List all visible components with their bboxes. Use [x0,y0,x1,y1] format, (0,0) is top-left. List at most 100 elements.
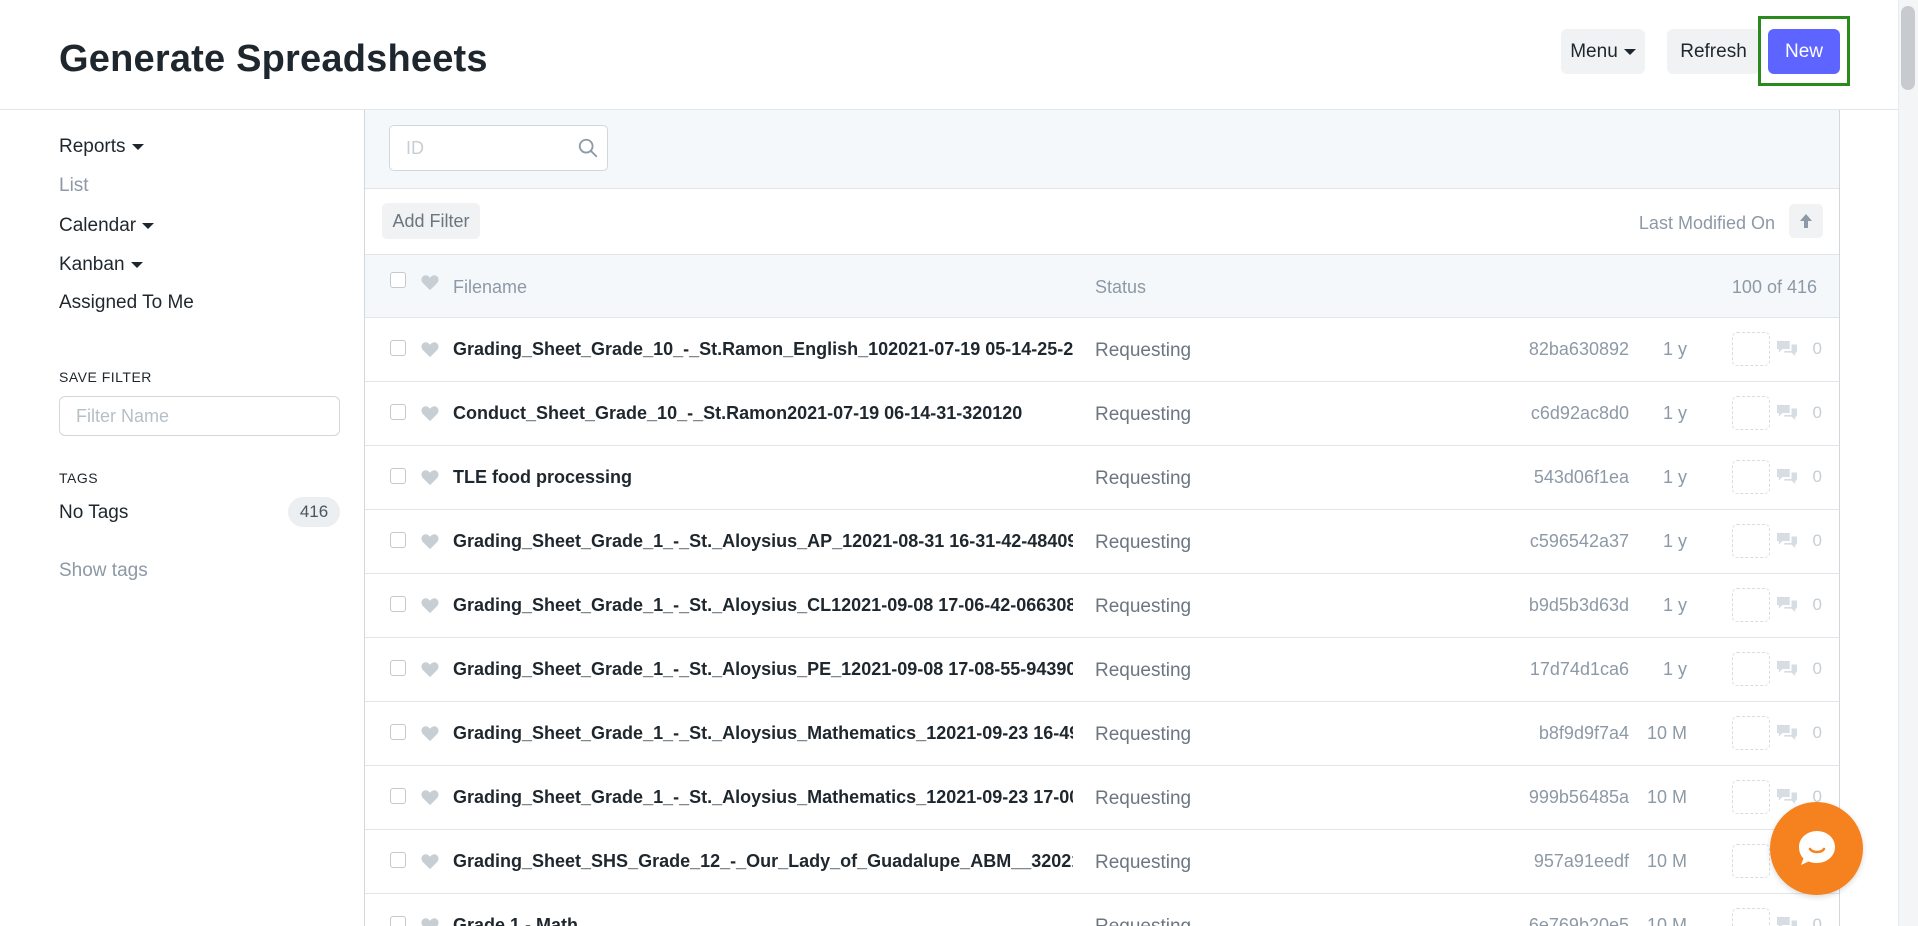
row-status: Requesting [1095,404,1192,425]
result-count: 100 of 416 [1731,277,1817,297]
list-row[interactable]: Grading_Sheet_SHS_Grade_12_-_Our_Lady_of… [365,830,1839,894]
heart-icon[interactable] [420,340,440,358]
row-filename-link[interactable]: Conduct_Sheet_Grade_10_-_St.Ramon2021-07… [453,403,1073,424]
new-button[interactable]: New [1768,29,1840,74]
comment-icon[interactable] [1775,915,1799,926]
select-all-checkbox[interactable] [390,272,406,288]
row-checkbox[interactable] [390,340,406,356]
assignee-avatar-placeholder[interactable] [1732,460,1770,494]
list-row[interactable]: Grading_Sheet_Grade_1_-_St._Aloysius_AP_… [365,510,1839,574]
list-row[interactable]: Grading_Sheet_Grade_1_-_St._Aloysius_Mat… [365,702,1839,766]
refresh-button[interactable]: Refresh [1667,29,1760,74]
comment-icon[interactable] [1775,467,1799,487]
row-status: Requesting [1095,916,1191,926]
sidebar-tag-no-tags[interactable]: No Tags [59,502,128,524]
assignee-avatar-placeholder[interactable] [1732,332,1770,366]
menu-button-label: Menu [1570,40,1618,62]
row-filename-link[interactable]: TLE food processing [453,467,1073,488]
row-id: b9d5b3d63d [1528,595,1629,615]
list-row[interactable]: Grading_Sheet_Grade_10_-_St.Ramon_Englis… [365,318,1839,382]
row-checkbox[interactable] [390,788,406,804]
assignee-avatar-placeholder[interactable] [1732,716,1770,750]
comment-icon[interactable] [1775,787,1799,807]
row-modified-age: 10 M [1646,915,1687,926]
add-filter-button[interactable]: Add Filter [382,203,480,239]
comment-icon[interactable] [1775,595,1799,615]
chevron-down-icon [1623,48,1636,55]
row-checkbox[interactable] [390,724,406,740]
row-modified-age: 1 y [1662,339,1687,359]
list-row[interactable]: Grading_Sheet_Grade_1_-_St._Aloysius_Mat… [365,766,1839,830]
sort-order-button[interactable] [1789,204,1823,238]
assignee-avatar-placeholder[interactable] [1732,844,1770,878]
heart-icon[interactable] [420,724,440,742]
row-filename-link[interactable]: Grading_Sheet_Grade_1_-_St._Aloysius_AP_… [453,531,1073,552]
page-scrollbar[interactable] [1898,0,1918,926]
heart-icon[interactable] [420,916,440,926]
row-comment-count: 0 [1812,723,1822,742]
sort-by-selector[interactable]: Last Modified On [1639,213,1775,234]
menu-button[interactable]: Menu [1561,29,1645,74]
assignee-avatar-placeholder[interactable] [1732,652,1770,686]
row-checkbox[interactable] [390,404,406,420]
comment-icon[interactable] [1775,339,1799,359]
row-checkbox[interactable] [390,852,406,868]
show-tags-link[interactable]: Show tags [59,560,148,582]
page-header: Generate Spreadsheets Menu Refresh New [0,0,1898,110]
row-comment-count: 0 [1812,467,1822,486]
row-filename-link[interactable]: Grading_Sheet_Grade_10_-_St.Ramon_Englis… [453,339,1073,360]
heart-icon[interactable] [420,852,440,870]
comment-icon[interactable] [1775,723,1799,743]
list-row[interactable]: Grade 1 - Math Requesting 6e769b20e5 10 … [365,894,1839,926]
id-search-input[interactable] [390,126,570,170]
assignee-avatar-placeholder[interactable] [1732,588,1770,622]
row-checkbox[interactable] [390,596,406,612]
row-filename-link[interactable]: Grading_Sheet_Grade_1_-_St._Aloysius_Mat… [453,723,1073,744]
id-search-field[interactable] [389,125,608,171]
scrollbar-thumb[interactable] [1901,6,1915,90]
list-row[interactable]: Conduct_Sheet_Grade_10_-_St.Ramon2021-07… [365,382,1839,446]
filter-name-input[interactable] [59,396,340,436]
assignee-avatar-placeholder[interactable] [1732,780,1770,814]
row-comment-count: 0 [1812,339,1822,358]
heart-icon[interactable] [420,404,440,422]
sidebar-item-kanban[interactable]: Kanban [59,254,143,276]
row-checkbox[interactable] [390,660,406,676]
save-filter-heading: SAVE FILTER [59,369,152,385]
row-checkbox[interactable] [390,916,406,926]
row-checkbox[interactable] [390,532,406,548]
heart-icon[interactable] [420,596,440,614]
assignee-avatar-placeholder[interactable] [1732,396,1770,430]
row-filename-link[interactable]: Grading_Sheet_SHS_Grade_12_-_Our_Lady_of… [453,851,1073,872]
list-row[interactable]: TLE food processing Requesting 543d06f1e… [365,446,1839,510]
row-comment-count: 0 [1812,531,1822,550]
tag-count-badge: 416 [288,497,340,527]
heart-icon[interactable] [420,532,440,550]
sidebar-item-reports[interactable]: Reports [59,136,144,158]
row-id: c6d92ac8d0 [1530,403,1629,423]
assignee-avatar-placeholder[interactable] [1732,524,1770,558]
comment-icon[interactable] [1775,531,1799,551]
heart-icon[interactable] [420,273,440,291]
row-checkbox[interactable] [390,468,406,484]
chat-widget-button[interactable] [1770,802,1863,895]
sidebar-item-label: Reports [59,136,126,157]
row-filename-link[interactable]: Grading_Sheet_Grade_1_-_St._Aloysius_CL1… [453,595,1073,616]
comment-icon[interactable] [1775,403,1799,423]
filter-sort-bar: Add Filter Last Modified On [365,189,1839,255]
row-id: 999b56485a [1528,787,1629,807]
list-row[interactable]: Grading_Sheet_Grade_1_-_St._Aloysius_PE_… [365,638,1839,702]
row-filename-link[interactable]: Grading_Sheet_Grade_1_-_St._Aloysius_PE_… [453,659,1073,680]
heart-icon[interactable] [420,468,440,486]
sidebar-item-list[interactable]: List [59,175,89,197]
sidebar-item-assigned-to-me[interactable]: Assigned To Me [59,292,194,314]
assignee-avatar-placeholder[interactable] [1732,908,1770,926]
heart-icon[interactable] [420,788,440,806]
list-row[interactable]: Grading_Sheet_Grade_1_-_St._Aloysius_CL1… [365,574,1839,638]
row-filename-link[interactable]: Grade 1 - Math [453,915,1073,926]
row-filename-link[interactable]: Grading_Sheet_Grade_1_-_St._Aloysius_Mat… [453,787,1073,808]
comment-icon[interactable] [1775,659,1799,679]
heart-icon[interactable] [420,660,440,678]
sidebar-item-calendar[interactable]: Calendar [59,215,155,237]
row-modified-age: 1 y [1662,403,1687,423]
